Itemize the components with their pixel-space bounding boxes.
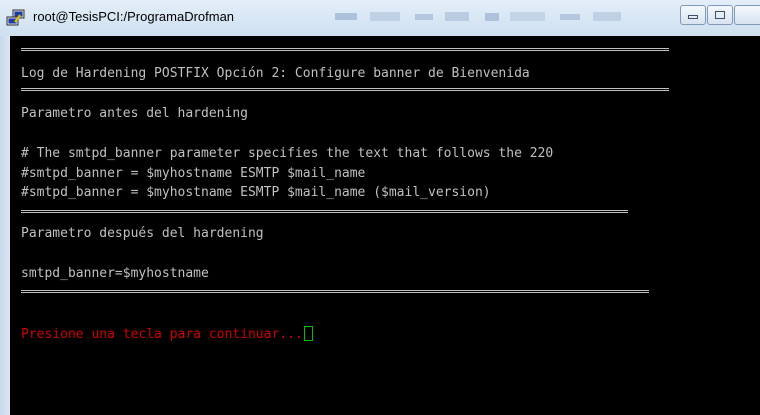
config-line: #smtpd_banner = $myhostname ESMTP $mail_… xyxy=(21,185,491,200)
title-bar[interactable]: root@TesisPCI:/ProgramaDrofman xyxy=(0,0,760,36)
maximize-icon xyxy=(715,11,725,19)
continue-prompt: Presione una tecla para continuar... xyxy=(21,326,313,343)
before-label: Parametro antes del hardening xyxy=(21,106,248,121)
config-line: #smtpd_banner = $myhostname ESMTP $mail_… xyxy=(21,166,366,181)
after-label: Parametro después del hardening xyxy=(21,226,264,241)
maximize-button[interactable] xyxy=(707,5,733,25)
title-bar-background xyxy=(335,12,621,21)
minimize-button[interactable] xyxy=(680,5,706,25)
putty-icon xyxy=(6,9,25,26)
terminal-screen[interactable]: Log de Hardening POSTFIX Opción 2: Confi… xyxy=(10,36,760,415)
separator-line xyxy=(21,48,669,51)
config-comment-line: # The smtpd_banner parameter specifies t… xyxy=(21,146,554,161)
separator-line xyxy=(21,210,628,213)
minimize-icon xyxy=(688,15,698,19)
separator-line xyxy=(21,88,669,91)
text-cursor xyxy=(303,326,313,341)
config-line: smtpd_banner=$myhostname xyxy=(21,266,209,281)
window-title: root@TesisPCI:/ProgramaDrofman xyxy=(33,9,235,24)
log-header: Log de Hardening POSTFIX Opción 2: Confi… xyxy=(21,66,530,81)
continue-prompt-text: Presione una tecla para continuar... xyxy=(21,327,303,342)
putty-window: root@TesisPCI:/ProgramaDrofman Log de Ha… xyxy=(0,0,760,415)
separator-line xyxy=(21,290,649,293)
window-frame-left xyxy=(0,36,10,415)
close-button[interactable] xyxy=(734,5,760,25)
